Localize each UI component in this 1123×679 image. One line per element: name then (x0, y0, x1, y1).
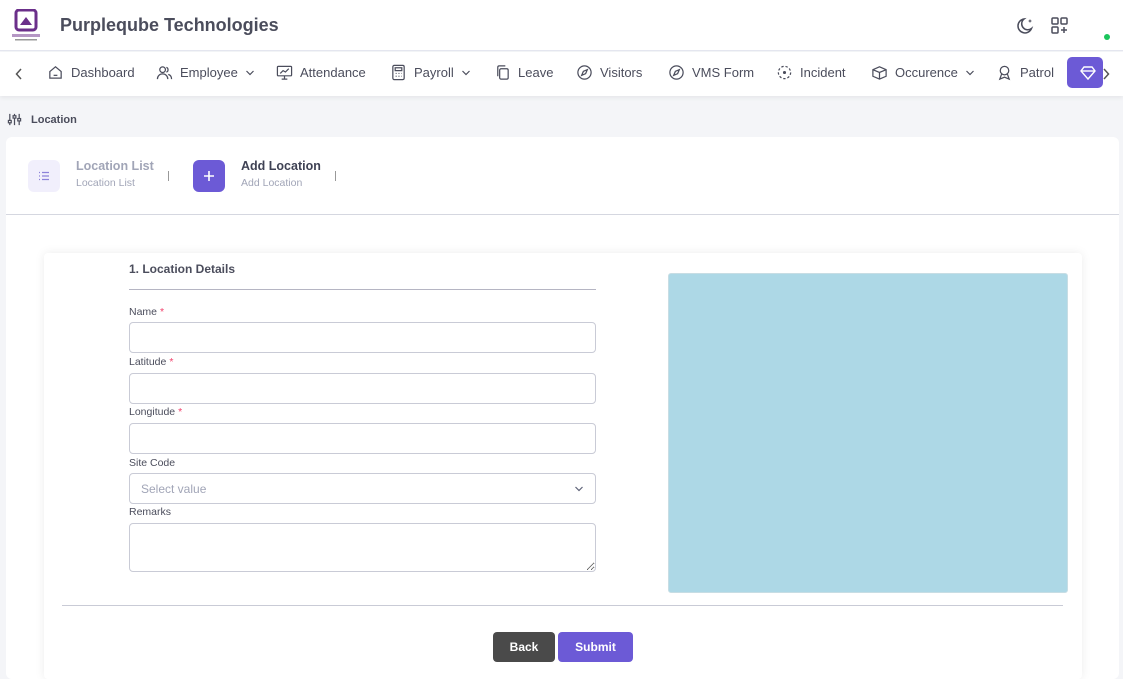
breadcrumb-label: Location (31, 113, 77, 126)
package-icon (872, 65, 887, 80)
step-separator (335, 171, 336, 181)
home-icon (49, 65, 62, 79)
required-mark: * (169, 356, 174, 368)
longitude-input[interactable] (129, 423, 596, 454)
latitude-input[interactable] (129, 373, 596, 404)
step-bar: Location List Location List Add Location… (6, 137, 1119, 215)
remarks-textarea[interactable] (129, 523, 596, 572)
company-logo[interactable] (11, 8, 41, 43)
nav-item-visitors[interactable]: Visitors (576, 52, 642, 92)
nav-item-occurence[interactable]: Occurence (871, 52, 975, 92)
chevron-down-icon (245, 70, 254, 76)
site-code-placeholder: Select value (141, 481, 207, 496)
nav-item-patrol[interactable]: Patrol (996, 52, 1054, 92)
nav-item-dashboard[interactable]: Dashboard (47, 52, 135, 92)
nav-item-leave[interactable]: Leave (494, 52, 553, 92)
calculator-icon (392, 64, 405, 80)
required-mark: * (160, 306, 165, 318)
nav-item-attendance[interactable]: Attendance (276, 52, 366, 92)
chevron-down-icon (965, 70, 974, 76)
nav-item-label: Patrol (1020, 64, 1054, 80)
submit-button[interactable]: Submit (558, 632, 633, 662)
name-label: Name * (129, 306, 165, 318)
nav-item-label: Occurence (895, 64, 958, 80)
step-location-list-subtitle: Location List (76, 177, 135, 189)
step-separator (168, 171, 169, 181)
monitor-chart-icon (276, 65, 293, 80)
name-input[interactable] (129, 322, 596, 353)
section-divider (129, 289, 596, 290)
diamond-icon (1080, 65, 1096, 80)
focus-icon (777, 65, 792, 79)
top-header: Purpleqube Technologies (0, 0, 1123, 51)
apps-add-icon[interactable] (1050, 16, 1070, 36)
nav-item-vms-form[interactable]: VMS Form (668, 52, 754, 92)
form-footer-divider (62, 605, 1063, 606)
online-status-dot (1104, 34, 1110, 40)
nav-item-label: Attendance (300, 64, 366, 80)
sliders-icon (7, 113, 22, 126)
step-location-list[interactable] (28, 160, 60, 192)
section-title: 1. Location Details (129, 262, 236, 276)
users-icon (156, 65, 173, 79)
nav-item-label: Employee (180, 64, 238, 80)
map-panel[interactable] (668, 273, 1068, 593)
nav-item-label: VMS Form (692, 64, 755, 80)
step-location-list-title[interactable]: Location List (76, 159, 154, 173)
moon-icon[interactable] (1016, 16, 1036, 36)
location-form: 1. Location Details Name * Latitude * Long… (44, 253, 1082, 679)
back-button[interactable]: Back (493, 632, 555, 662)
brand-name: Purpleqube Technologies (60, 15, 279, 35)
site-code-label: Site Code (129, 457, 176, 469)
nav-item-incident[interactable]: Incident (776, 52, 846, 92)
main-nav: Dashboard Employee Attendance Payroll Le… (0, 52, 1123, 96)
chevron-down-icon (461, 70, 470, 76)
step-add-location-title[interactable]: Add Location (241, 159, 321, 173)
compass-icon (669, 64, 684, 80)
nav-item-label: Incident (800, 64, 846, 80)
plus-icon (204, 171, 214, 181)
site-code-select[interactable]: Select value (129, 473, 596, 504)
nav-scroll-right-icon[interactable] (1097, 64, 1115, 84)
list-icon (39, 171, 49, 181)
chevron-down-icon (575, 486, 583, 491)
step-add-location-subtitle: Add Location (241, 177, 303, 189)
copy-icon (497, 64, 509, 80)
nav-item-label: Leave (518, 64, 554, 80)
nav-item-label: Visitors (600, 64, 643, 80)
longitude-label: Longitude * (129, 406, 183, 418)
badge-icon (998, 65, 1011, 80)
step-add-location[interactable] (193, 160, 225, 192)
nav-item-payroll[interactable]: Payroll (390, 52, 471, 92)
nav-scroll-left-icon[interactable] (10, 64, 28, 84)
compass-icon (577, 64, 592, 80)
remarks-label: Remarks (129, 506, 172, 518)
breadcrumb: Location (7, 112, 77, 127)
latitude-label: Latitude * (129, 356, 174, 368)
required-mark: * (178, 406, 183, 418)
nav-item-label: Dashboard (71, 64, 135, 80)
nav-item-label: Payroll (414, 64, 454, 80)
nav-item-employee[interactable]: Employee (156, 52, 255, 92)
